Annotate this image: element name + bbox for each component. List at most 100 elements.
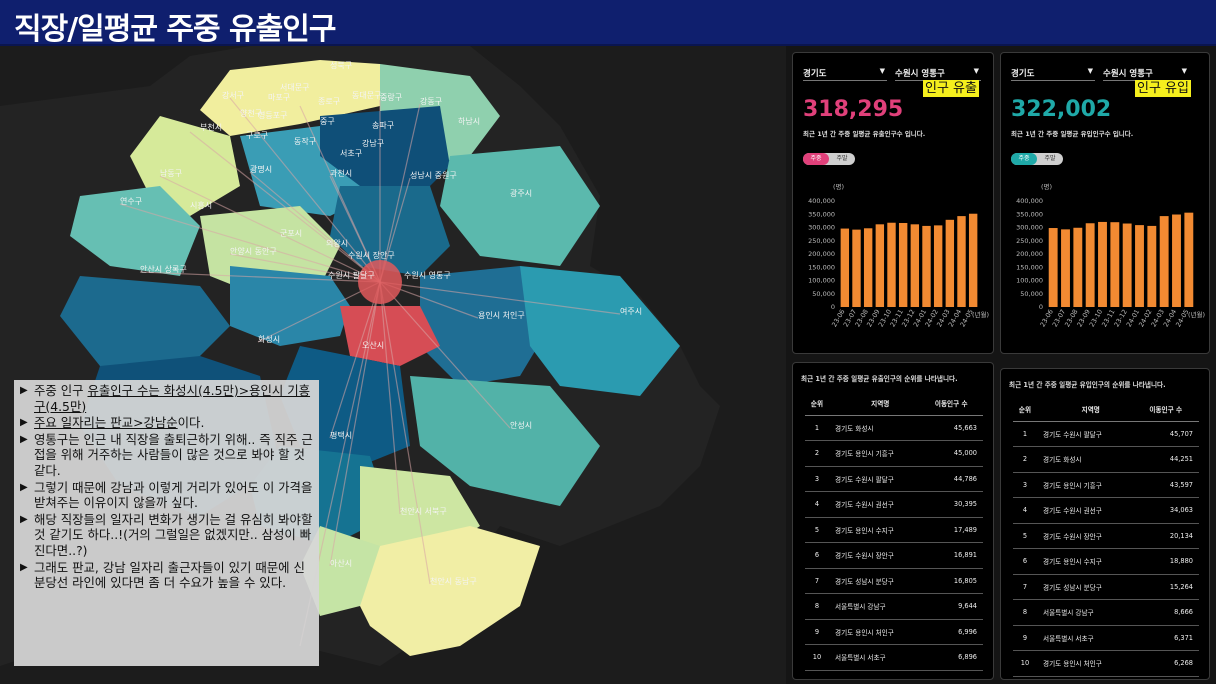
bar[interactable]: [1184, 212, 1194, 307]
note-item-6: 그래도 판교, 강남 일자리 출근자들이 있기 때문에 신분당선 라인에 있다면…: [20, 560, 313, 591]
column-header[interactable]: 순위: [805, 391, 829, 416]
map-label: 남동구: [160, 169, 182, 178]
map-label: 동대문구: [352, 91, 381, 100]
bar[interactable]: [840, 228, 850, 307]
column-header[interactable]: 이동인구 수: [925, 391, 983, 416]
ranking-title: 최근 1년 간 주중 일평균 유입인구의 순위를 나타냅니다.: [1009, 381, 1166, 389]
table-row[interactable]: 3 경기도 수원시 팔달구 44,786: [805, 466, 983, 492]
y-tick-label: 50,000: [812, 290, 835, 298]
map-label: 성남시 중원구: [410, 171, 457, 180]
column-header[interactable]: 순위: [1013, 397, 1037, 422]
y-axis-unit: (명): [1041, 182, 1052, 191]
outflow-description: 최근 1년 간 주중 일평균 유출인구수 입니다.: [803, 130, 926, 138]
table-row[interactable]: 5 경기도 수원시 장안구 20,134: [1013, 523, 1199, 549]
bar[interactable]: [1061, 229, 1070, 307]
highlight-tag: 인구 유입: [1135, 80, 1191, 97]
column-header[interactable]: 지역명: [1037, 397, 1139, 422]
bar[interactable]: [1098, 221, 1107, 307]
bar[interactable]: [957, 216, 966, 307]
y-axis-unit: (명): [833, 182, 844, 191]
table-row[interactable]: 9 서울특별시 서초구 6,371: [1013, 625, 1199, 651]
table-row[interactable]: 9 경기도 용인시 처인구 6,996: [805, 619, 983, 645]
table-row[interactable]: 7 경기도 성남시 분당구 15,264: [1013, 574, 1199, 600]
map-label: 송파구: [372, 121, 394, 130]
note-item-3: 영통구는 인근 내 직장을 출퇴근하기 위해.. 즉 직주 근접을 위해 거주하…: [20, 432, 313, 479]
toggle-weekend[interactable]: 주말: [829, 153, 855, 165]
x-axis-unit: (년월): [972, 310, 989, 319]
bar[interactable]: [887, 222, 896, 307]
table-cell: 경기도 수원시 장안구: [829, 542, 926, 569]
table-cell: 경기도 수원시 팔달구: [1037, 421, 1139, 447]
map-label: 동작구: [294, 136, 316, 146]
table-cell: 6,371: [1138, 625, 1199, 651]
table-row[interactable]: 7 경기도 성남시 분당구 16,805: [805, 568, 983, 594]
y-tick-label: 300,000: [808, 224, 835, 232]
table-row[interactable]: 2 경기도 화성시 44,251: [1013, 446, 1199, 473]
bar[interactable]: [898, 222, 908, 307]
table-row[interactable]: 10 서울특별시 서초구 6,896: [805, 644, 983, 671]
bar[interactable]: [1085, 223, 1095, 307]
bar[interactable]: [1172, 214, 1181, 307]
table-row[interactable]: 2 경기도 용인시 기흥구 45,000: [805, 440, 983, 467]
weekday-weekend-toggle[interactable]: 주중 주말: [1011, 153, 1063, 165]
table-cell: 16,805: [925, 568, 983, 594]
province-dropdown[interactable]: 경기도 ▼: [1011, 65, 1095, 81]
bar[interactable]: [1135, 225, 1144, 307]
bar[interactable]: [910, 224, 920, 307]
bar[interactable]: [1110, 222, 1120, 307]
table-cell: 4: [805, 491, 829, 518]
table-row[interactable]: 5 경기도 용인시 수지구 17,489: [805, 517, 983, 543]
district-dropdown[interactable]: 수원시 영통구 ▼: [1103, 65, 1189, 81]
table-cell: 9: [805, 619, 829, 645]
bar[interactable]: [933, 225, 943, 307]
table-row[interactable]: 3 경기도 용인시 기흥구 43,597: [1013, 472, 1199, 498]
bar[interactable]: [863, 228, 873, 307]
table-cell: 3: [805, 466, 829, 492]
toggle-weekend[interactable]: 주말: [1037, 153, 1063, 165]
district-dropdown[interactable]: 수원시 영통구 ▼: [895, 65, 981, 81]
table-cell: 44,251: [1138, 446, 1199, 473]
y-tick-label: 150,000: [808, 263, 835, 271]
weekday-weekend-toggle[interactable]: 주중 주말: [803, 153, 855, 165]
y-tick-label: 100,000: [1016, 277, 1043, 285]
bar[interactable]: [1159, 216, 1169, 307]
bar[interactable]: [1048, 228, 1058, 307]
inflow-description: 최근 1년 간 주중 일평균 유입인구수 입니다.: [1011, 130, 1134, 138]
table-row[interactable]: 6 경기도 수원시 장안구 16,891: [805, 542, 983, 569]
map-label: 천안시 동남구: [430, 576, 477, 586]
bar[interactable]: [922, 225, 931, 307]
bar[interactable]: [852, 229, 861, 307]
table-row[interactable]: 8 서울특별시 강남구 8,666: [1013, 599, 1199, 626]
bar[interactable]: [945, 219, 955, 307]
bar[interactable]: [1073, 227, 1083, 307]
province-dropdown-value: 경기도: [803, 69, 827, 79]
map-label: 중랑구: [380, 92, 402, 102]
table-row[interactable]: 1 경기도 화성시 45,663: [805, 415, 983, 441]
bar[interactable]: [1147, 225, 1157, 307]
table-row[interactable]: 4 경기도 수원시 권선구 30,395: [805, 491, 983, 518]
table-cell: 5: [1013, 523, 1037, 549]
table-row[interactable]: 8 서울특별시 강남구 9,644: [805, 593, 983, 620]
bar[interactable]: [1122, 223, 1132, 307]
table-cell: 서울특별시 서초구: [1037, 625, 1139, 651]
toggle-weekday[interactable]: 주중: [1011, 153, 1037, 165]
toggle-weekday[interactable]: 주중: [803, 153, 829, 165]
map-label: 광주시: [510, 188, 532, 198]
y-tick-label: 400,000: [1016, 197, 1043, 205]
x-axis-unit: (년월): [1188, 310, 1205, 319]
table-cell: 45,707: [1138, 421, 1199, 447]
bar[interactable]: [875, 224, 885, 307]
y-tick-label: 250,000: [808, 237, 835, 245]
inflow-summary-card: 경기도 ▼ 수원시 영통구 ▼ 인구 유입 322,002 최근 1년 간 주중 일…: [1000, 52, 1210, 354]
bar[interactable]: [968, 213, 978, 307]
map-label: 하남시: [458, 116, 480, 126]
table-cell: 서울특별시 서초구: [829, 644, 926, 671]
column-header[interactable]: 지역명: [829, 391, 926, 416]
table-row[interactable]: 6 경기도 용인시 수지구 18,880: [1013, 548, 1199, 575]
province-dropdown[interactable]: 경기도 ▼: [803, 65, 887, 81]
table-row[interactable]: 1 경기도 수원시 팔달구 45,707: [1013, 421, 1199, 447]
map-label: 화성시: [258, 335, 280, 344]
table-row[interactable]: 10 경기도 용인시 처인구 6,268: [1013, 650, 1199, 677]
table-row[interactable]: 4 경기도 수원시 권선구 34,063: [1013, 497, 1199, 524]
column-header[interactable]: 이동인구 수: [1138, 397, 1199, 422]
